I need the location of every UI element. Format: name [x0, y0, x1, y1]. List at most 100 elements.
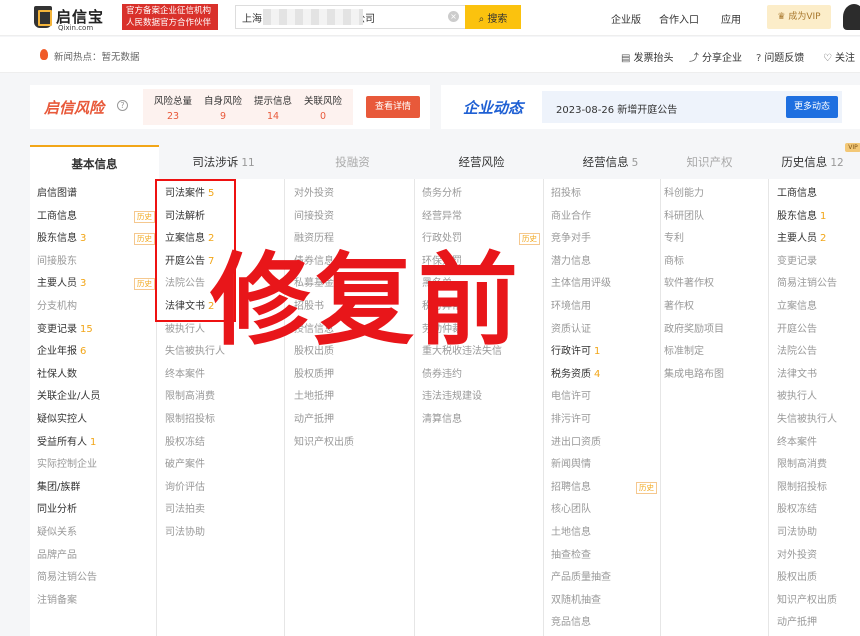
module-item[interactable]: 土地信息	[551, 524, 661, 547]
module-item[interactable]: 招投标	[551, 185, 661, 208]
module-item[interactable]: 竞品信息	[551, 614, 661, 636]
feedback-button[interactable]: ? 问题反馈	[756, 49, 804, 64]
history-badge[interactable]: 历史	[636, 481, 657, 494]
module-item[interactable]: 主体信用评级	[551, 275, 661, 298]
module-item[interactable]: 疑似关系	[37, 524, 159, 547]
nav-apps[interactable]: 应用	[721, 11, 741, 26]
module-item[interactable]: 股权冻结	[777, 501, 860, 524]
follow-button[interactable]: ♡ 关注	[823, 49, 855, 64]
module-item[interactable]: 司法协助	[777, 524, 860, 547]
module-item[interactable]: 企业年报 6	[37, 343, 159, 366]
module-item[interactable]: 股东信息 3 历史	[37, 230, 159, 253]
module-item[interactable]: 核心团队	[551, 501, 661, 524]
risk-stat-related[interactable]: 关联风险 0	[293, 93, 353, 122]
module-item[interactable]: 被执行人	[777, 388, 860, 411]
module-item[interactable]: 间接股东	[37, 253, 159, 276]
history-badge[interactable]: 历史	[134, 210, 155, 223]
module-item[interactable]: 招聘信息 历史	[551, 479, 661, 502]
module-item[interactable]: 简易注销公告	[37, 569, 159, 592]
module-item[interactable]: 主要人员 3 历史	[37, 275, 159, 298]
module-item[interactable]: 主要人员 2	[777, 230, 860, 253]
module-item[interactable]: 进出口资质	[551, 434, 661, 457]
search-button[interactable]: ⌕ 搜索	[465, 5, 521, 29]
module-item[interactable]: 双随机抽查	[551, 592, 661, 615]
view-details-button[interactable]: 查看详情	[366, 96, 420, 118]
module-item[interactable]: 行政许可 1	[551, 343, 661, 366]
module-item[interactable]: 限制招投标	[165, 411, 287, 434]
logo[interactable]: 启信宝 Qixin.com	[34, 6, 114, 32]
module-item[interactable]: 限制高消费	[165, 388, 287, 411]
history-badge[interactable]: 历史	[134, 233, 155, 246]
tab-judicial[interactable]: 司法涉诉 11	[159, 145, 288, 179]
tab-ip[interactable]: 知识产权	[645, 145, 774, 179]
module-item[interactable]: 工商信息 历史	[37, 208, 159, 231]
module-item[interactable]: 对外投资	[294, 185, 416, 208]
invoice-title-button[interactable]: ▤ 发票抬头	[621, 49, 673, 64]
module-item[interactable]: 新闻舆情	[551, 456, 661, 479]
module-item[interactable]: 品牌产品	[37, 547, 159, 570]
module-item[interactable]: 对外投资	[777, 547, 860, 570]
module-item[interactable]: 失信被执行人	[777, 411, 860, 434]
share-company-button[interactable]: ⤴ 分享企业	[689, 49, 742, 64]
question-icon[interactable]: ?	[117, 100, 128, 111]
module-item[interactable]: 简易注销公告	[777, 275, 860, 298]
clear-icon[interactable]: ×	[448, 11, 459, 22]
nav-partner-entry[interactable]: 合作入口	[659, 11, 699, 26]
module-item[interactable]: 集团/族群	[37, 479, 159, 502]
module-item[interactable]: 电信许可	[551, 388, 661, 411]
dynamics-text[interactable]: 2023-08-26 新增开庭公告	[556, 101, 677, 116]
module-item[interactable]: 关联企业/人员	[37, 388, 159, 411]
more-dynamics-button[interactable]: 更多动态	[786, 96, 838, 118]
module-item[interactable]: 分支机构	[37, 298, 159, 321]
history-badge[interactable]: 历史	[519, 233, 540, 246]
module-item[interactable]: 开庭公告	[777, 321, 860, 344]
module-item[interactable]: 排污许可	[551, 411, 661, 434]
module-item[interactable]: 终本案件	[777, 434, 860, 457]
module-item[interactable]: 知识产权出质	[777, 592, 860, 615]
module-item[interactable]: 启信图谱	[37, 185, 159, 208]
module-item[interactable]: 变更记录 15	[37, 321, 159, 344]
module-item[interactable]: 疑似实控人	[37, 411, 159, 434]
module-item[interactable]: 税务资质 4	[551, 366, 661, 389]
module-item[interactable]: 受益所有人 1	[37, 434, 159, 457]
module-item[interactable]: 股东信息 1	[777, 208, 860, 231]
user-avatar[interactable]	[843, 4, 860, 30]
module-item[interactable]: 抽查检查	[551, 547, 661, 570]
module-item[interactable]: 潜力信息	[551, 253, 661, 276]
become-vip-button[interactable]: ♛ 成为VIP	[767, 5, 831, 29]
module-item[interactable]: 债务分析	[422, 185, 544, 208]
module-item[interactable]: 法院公告	[777, 343, 860, 366]
module-item[interactable]: 限制招投标	[777, 479, 860, 502]
module-item[interactable]: 询价评估	[165, 479, 287, 502]
module-item[interactable]: 破产案件	[165, 456, 287, 479]
module-item[interactable]: 知识产权出质	[294, 434, 416, 457]
module-item[interactable]: 动产抵押	[777, 614, 860, 636]
module-item[interactable]: 商业合作	[551, 208, 661, 231]
module-item[interactable]: 间接投资	[294, 208, 416, 231]
module-item[interactable]: 变更记录	[777, 253, 860, 276]
module-item[interactable]: 环境信用	[551, 298, 661, 321]
module-item[interactable]: 同业分析	[37, 501, 159, 524]
module-item[interactable]: 竞争对手	[551, 230, 661, 253]
tab-operation-risk[interactable]: 经营风险	[417, 145, 546, 179]
module-item[interactable]: 工商信息	[777, 185, 860, 208]
tab-investment[interactable]: 投融资	[288, 145, 417, 179]
module-item[interactable]: 违法违规建设	[422, 388, 544, 411]
module-item[interactable]: 实际控制企业	[37, 456, 159, 479]
module-item[interactable]: 资质认证	[551, 321, 661, 344]
history-badge[interactable]: 历史	[134, 278, 155, 291]
tab-basic-info[interactable]: 基本信息	[30, 145, 159, 179]
module-item[interactable]: 土地抵押	[294, 388, 416, 411]
module-item[interactable]: 动产抵押	[294, 411, 416, 434]
module-item[interactable]: 限制高消费	[777, 456, 860, 479]
module-item[interactable]: 司法拍卖	[165, 501, 287, 524]
module-item[interactable]: 法律文书	[777, 366, 860, 389]
module-item[interactable]: 司法协助	[165, 524, 287, 547]
module-item[interactable]: 注销备案	[37, 592, 159, 615]
module-item[interactable]: 股权冻结	[165, 434, 287, 457]
module-item[interactable]: 立案信息	[777, 298, 860, 321]
module-item[interactable]: 产品质量抽查	[551, 569, 661, 592]
module-item[interactable]: 股权出质	[777, 569, 860, 592]
module-item[interactable]: 清算信息	[422, 411, 544, 434]
nav-enterprise-edition[interactable]: 企业版	[611, 11, 641, 26]
